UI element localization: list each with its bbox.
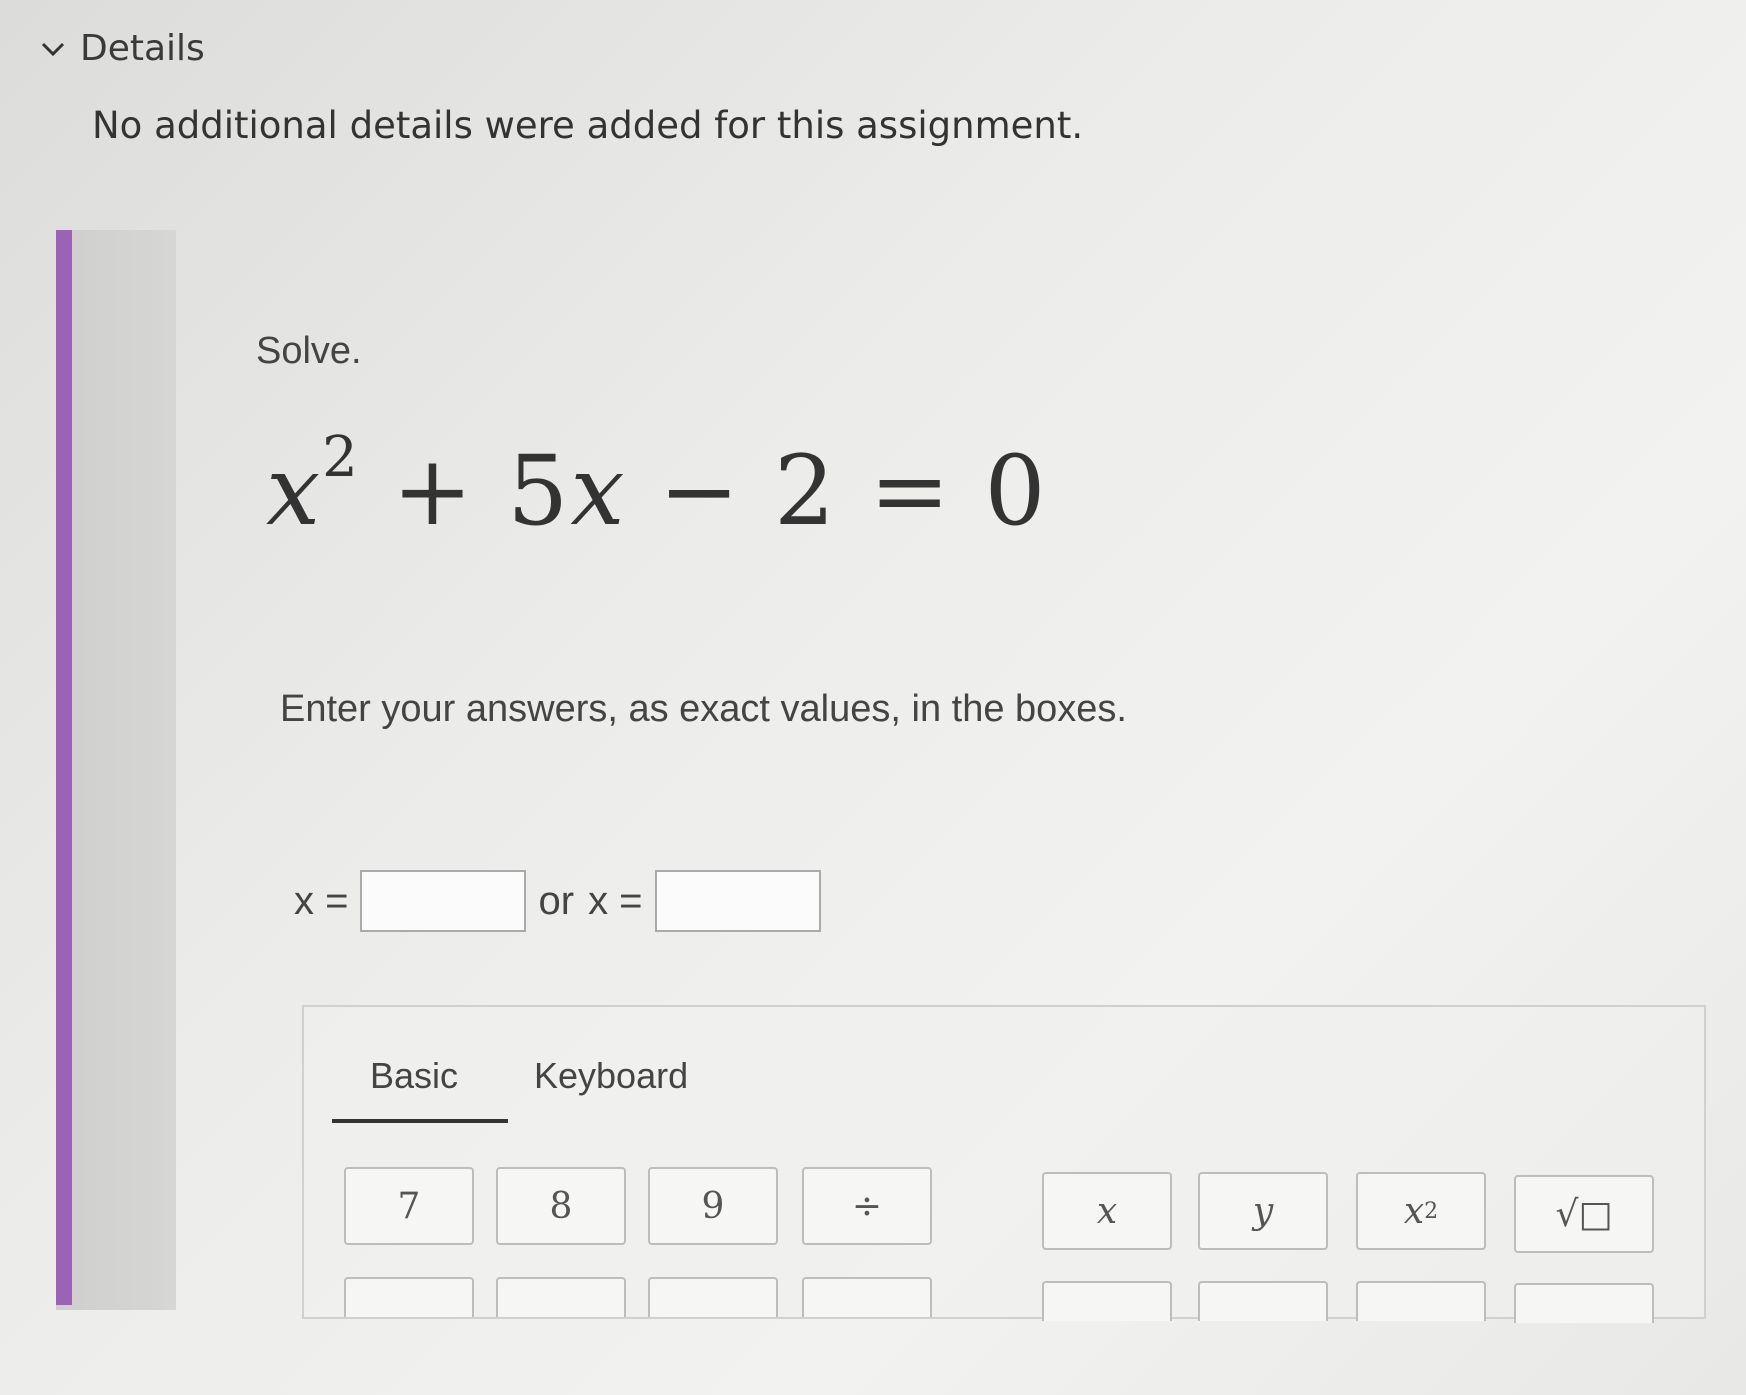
key-row2-5[interactable]	[1042, 1281, 1172, 1321]
details-title: Details	[80, 28, 205, 69]
key-row2-7[interactable]	[1356, 1281, 1486, 1321]
page: Details No additional details were added…	[0, 0, 1746, 1395]
equation-middle: + 5	[359, 435, 571, 547]
chevron-down-icon	[40, 40, 66, 58]
key-square-root[interactable]: √□	[1514, 1175, 1654, 1253]
tab-keyboard[interactable]: Keyboard	[534, 1055, 688, 1097]
key-8[interactable]: 8	[496, 1167, 626, 1245]
details-text: No additional details were added for thi…	[92, 104, 1084, 147]
instructions: Enter your answers, as exact values, in …	[280, 688, 1127, 730]
question-prompt: Solve.	[256, 330, 362, 372]
key-row2-8[interactable]	[1514, 1283, 1654, 1323]
question-accent-bar	[56, 230, 72, 1305]
key-row2-3[interactable]	[648, 1277, 778, 1317]
key-row2-2[interactable]	[496, 1277, 626, 1317]
key-row2-1[interactable]	[344, 1277, 474, 1317]
key-row2-4[interactable]	[802, 1277, 932, 1317]
answer-label-1: x =	[294, 878, 349, 923]
key-x-squared-exp: 2	[1424, 1198, 1439, 1224]
equation-tail: − 2 = 0	[626, 435, 1048, 547]
key-x-squared-base: x	[1403, 1190, 1425, 1232]
equation-variable-2: x	[570, 435, 627, 547]
answer-or-label: or	[538, 878, 575, 923]
question-left-strip	[56, 230, 176, 1310]
equation-variable: x	[266, 435, 323, 547]
tab-basic[interactable]: Basic	[370, 1055, 458, 1097]
key-x-squared[interactable]: x2	[1356, 1172, 1486, 1250]
key-row2-6[interactable]	[1198, 1281, 1328, 1321]
key-divide[interactable]: ÷	[802, 1167, 932, 1245]
key-x[interactable]: x	[1042, 1172, 1172, 1250]
answer-input-1[interactable]	[360, 870, 527, 932]
active-tab-indicator	[332, 1119, 508, 1123]
answer-label-2: x =	[588, 878, 643, 923]
answer-row: x = or x =	[294, 870, 833, 932]
key-y[interactable]: y	[1198, 1172, 1328, 1250]
equation-exponent: 2	[322, 425, 360, 490]
details-toggle[interactable]: Details	[40, 28, 205, 69]
equation: x2 + 5x − 2 = 0	[266, 425, 1048, 547]
key-9[interactable]: 9	[648, 1167, 778, 1245]
answer-input-2[interactable]	[654, 870, 821, 932]
keypad-panel: Basic Keyboard 7 8 9 ÷ x y x2 √□	[302, 1005, 1706, 1323]
question-card: Solve. x2 + 5x − 2 = 0 Enter your answer…	[56, 230, 1746, 1323]
key-7[interactable]: 7	[344, 1167, 474, 1245]
